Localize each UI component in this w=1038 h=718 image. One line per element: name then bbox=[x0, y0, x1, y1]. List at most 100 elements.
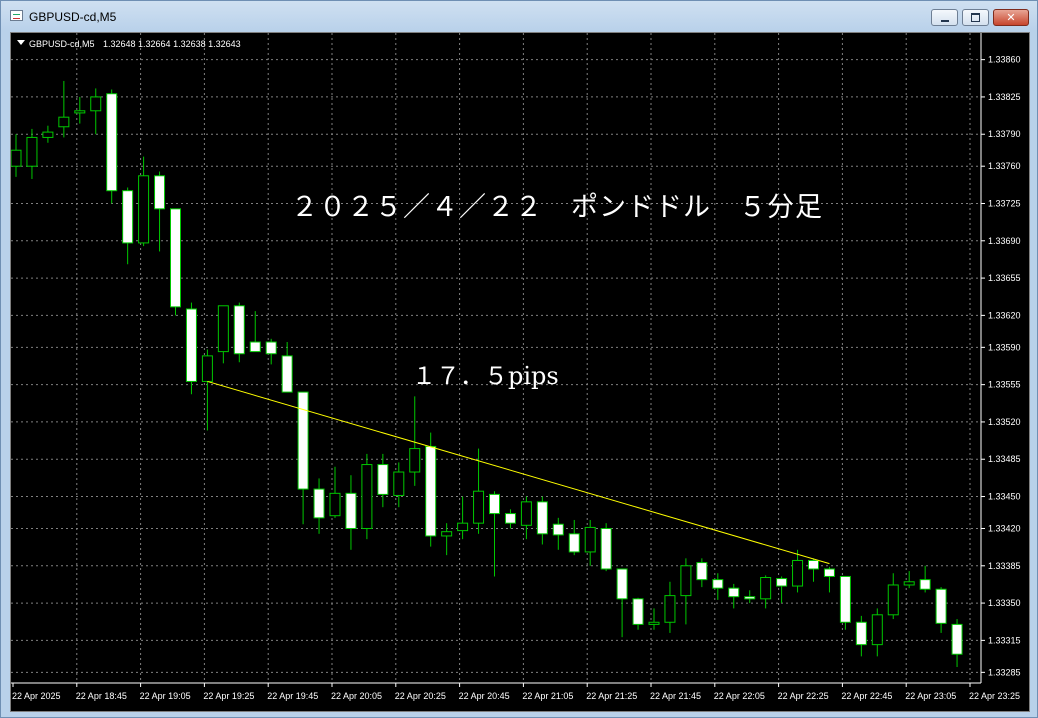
candle[interactable] bbox=[297, 391, 309, 525]
candle[interactable] bbox=[489, 491, 500, 577]
candle-body bbox=[951, 623, 963, 655]
candle[interactable] bbox=[712, 573, 724, 600]
candle[interactable] bbox=[935, 587, 947, 633]
candle[interactable] bbox=[520, 496, 532, 540]
xtick-label: 22 Apr 21:45 bbox=[650, 691, 701, 701]
xtick-label: 22 Apr 21:25 bbox=[586, 691, 637, 701]
candle-body bbox=[185, 308, 197, 382]
ytick-label: 1.33315 bbox=[988, 635, 1021, 645]
candle[interactable] bbox=[552, 517, 564, 550]
candle[interactable] bbox=[42, 125, 54, 143]
ytick-label: 1.33520 bbox=[988, 417, 1021, 427]
candle[interactable] bbox=[792, 549, 804, 593]
candle[interactable] bbox=[361, 453, 373, 540]
candle[interactable] bbox=[855, 615, 867, 657]
ytick-label: 1.33825 bbox=[988, 92, 1021, 102]
candle-body bbox=[90, 96, 102, 112]
candle-body bbox=[648, 621, 660, 625]
candle[interactable] bbox=[839, 575, 851, 630]
candle[interactable] bbox=[265, 338, 277, 365]
terminal-window: GBPUSD-cd,M5 ✕ 1.33860 1.33825 1.33790 1.33… bbox=[0, 0, 1038, 718]
triangle-down-icon[interactable] bbox=[17, 40, 25, 45]
candle-body bbox=[409, 448, 421, 473]
candle-body bbox=[457, 522, 469, 532]
candle[interactable] bbox=[106, 89, 118, 204]
ytick-label: 1.33450 bbox=[988, 492, 1021, 502]
candle[interactable] bbox=[808, 558, 819, 582]
time-axis: 22 Apr 2025 22 Apr 18:45 22 Apr 19:05 22 Ap… bbox=[12, 683, 1020, 701]
candle[interactable] bbox=[313, 478, 325, 534]
chart-area[interactable]: 1.33860 1.33825 1.33790 1.33760 1.33725 1.336… bbox=[10, 32, 1030, 712]
candle[interactable] bbox=[26, 128, 38, 179]
ytick-label: 1.33725 bbox=[988, 198, 1021, 208]
close-icon: ✕ bbox=[1006, 11, 1016, 24]
candle[interactable] bbox=[345, 475, 357, 550]
grid bbox=[11, 33, 982, 684]
candle[interactable] bbox=[425, 432, 437, 547]
candle-body bbox=[345, 492, 357, 529]
candle[interactable] bbox=[951, 619, 963, 668]
candle-body bbox=[584, 526, 596, 553]
annotation-pips[interactable]: １７．５pips bbox=[412, 362, 559, 390]
candlestick-chart[interactable]: 1.33860 1.33825 1.33790 1.33760 1.33725 1.336… bbox=[11, 33, 1029, 711]
xtick-label: 22 Apr 22:45 bbox=[841, 691, 892, 701]
candle[interactable] bbox=[217, 305, 229, 364]
candle[interactable] bbox=[632, 597, 644, 630]
candle[interactable] bbox=[441, 523, 453, 556]
candle[interactable] bbox=[122, 187, 134, 265]
candle[interactable] bbox=[170, 208, 181, 316]
maximize-button[interactable] bbox=[962, 9, 989, 26]
candle-body bbox=[217, 305, 229, 353]
candle-body bbox=[265, 341, 277, 355]
candle-body bbox=[632, 598, 644, 625]
candle-body bbox=[58, 116, 70, 128]
candle[interactable] bbox=[11, 134, 22, 177]
info-symbol: GBPUSD-cd,M5 bbox=[29, 39, 95, 49]
candle[interactable] bbox=[696, 558, 708, 588]
candle-body bbox=[808, 559, 819, 570]
candle[interactable] bbox=[504, 509, 516, 529]
title-bar[interactable]: GBPUSD-cd,M5 ✕ bbox=[1, 1, 1037, 31]
candle-body bbox=[903, 581, 915, 586]
candle[interactable] bbox=[536, 496, 548, 545]
xtick-label: 22 Apr 23:05 bbox=[905, 691, 956, 701]
candle[interactable] bbox=[919, 565, 931, 593]
candle-body bbox=[744, 596, 756, 600]
candle[interactable] bbox=[568, 519, 580, 556]
ytick-label: 1.33485 bbox=[988, 454, 1021, 464]
close-button[interactable]: ✕ bbox=[993, 9, 1029, 26]
candle[interactable] bbox=[600, 523, 612, 572]
candle[interactable] bbox=[377, 453, 389, 508]
candle[interactable] bbox=[281, 342, 293, 393]
candle[interactable] bbox=[680, 558, 692, 625]
ytick-label: 1.33420 bbox=[988, 523, 1021, 533]
candle[interactable] bbox=[871, 608, 883, 657]
candle-body bbox=[552, 523, 564, 536]
xtick-label: 22 Apr 22:05 bbox=[714, 691, 765, 701]
candle-body bbox=[138, 175, 150, 244]
candle[interactable] bbox=[249, 311, 261, 353]
candle[interactable] bbox=[185, 302, 197, 395]
candle[interactable] bbox=[233, 302, 245, 363]
candle-body bbox=[441, 531, 453, 537]
candle-body bbox=[201, 355, 213, 382]
candle[interactable] bbox=[664, 581, 676, 633]
xtick-label: 22 Apr 20:45 bbox=[459, 691, 510, 701]
candle[interactable] bbox=[728, 583, 740, 609]
candle-body bbox=[425, 445, 437, 537]
candle[interactable] bbox=[823, 566, 835, 593]
annotation-title[interactable]: ２０２５／４／２２ ポンドドル ５分足 bbox=[291, 192, 823, 223]
candle-body bbox=[887, 584, 899, 616]
candle[interactable] bbox=[887, 573, 899, 620]
info-ohlc: 1.32648 1.32664 1.32638 1.32643 bbox=[103, 39, 241, 49]
candle[interactable] bbox=[744, 590, 756, 604]
minimize-button[interactable] bbox=[931, 9, 958, 26]
candle[interactable] bbox=[154, 171, 166, 252]
candle[interactable] bbox=[138, 156, 150, 247]
candle[interactable] bbox=[616, 568, 628, 638]
candle-body bbox=[249, 341, 261, 353]
candle[interactable] bbox=[457, 496, 469, 540]
candle-body bbox=[680, 565, 692, 597]
candle[interactable] bbox=[90, 88, 102, 135]
candle[interactable] bbox=[58, 80, 70, 138]
